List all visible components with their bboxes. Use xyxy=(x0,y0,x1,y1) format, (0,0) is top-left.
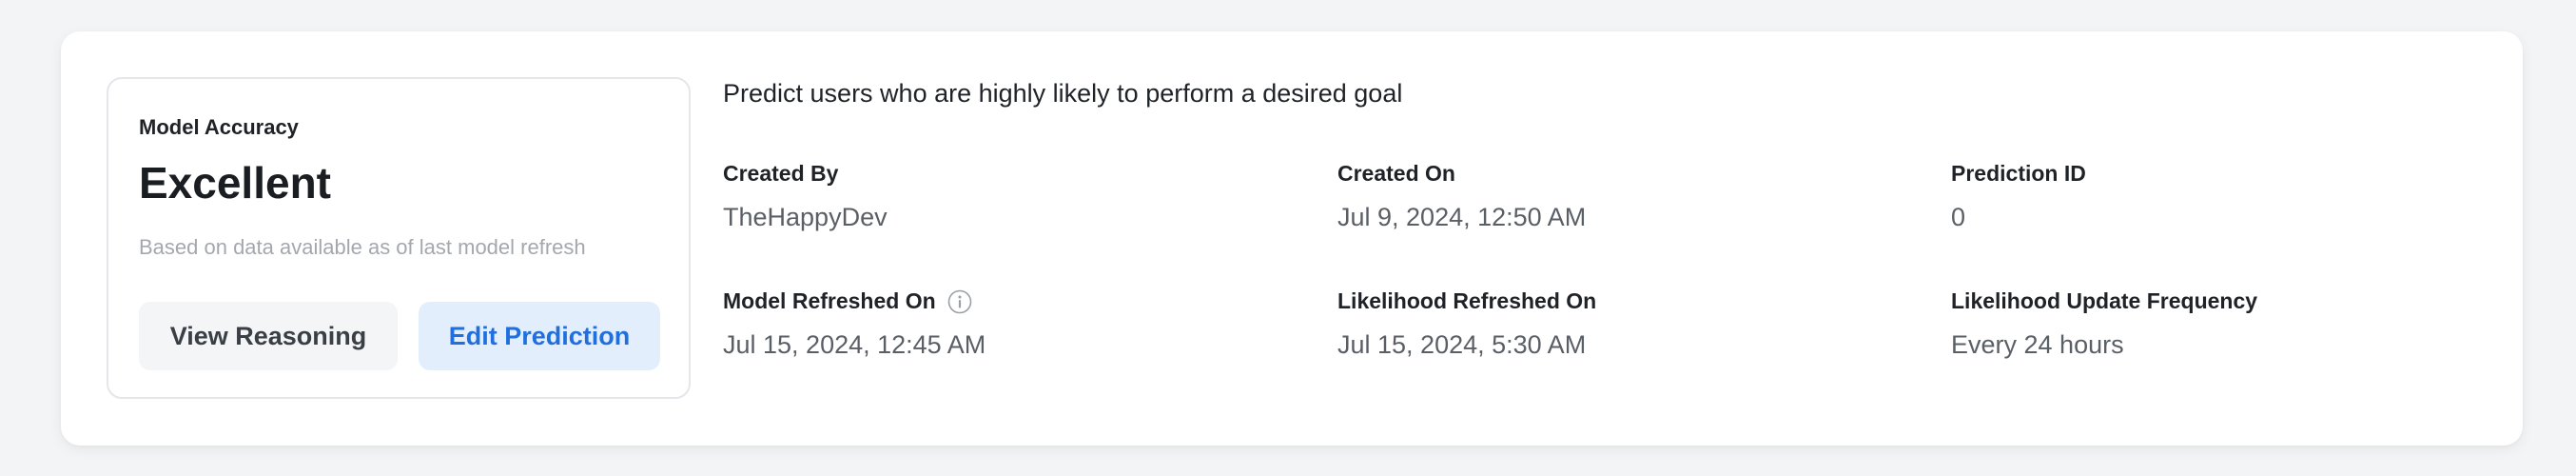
model-accuracy-label: Model Accuracy xyxy=(139,115,299,139)
likelihood-refreshed-on-label: Likelihood Refreshed On xyxy=(1337,288,1597,313)
info-icon[interactable] xyxy=(947,289,972,314)
prediction-id-label: Prediction ID xyxy=(1951,161,2086,186)
model-refreshed-on-value: Jul 15, 2024, 12:45 AM xyxy=(723,330,986,359)
created-by-label: Created By xyxy=(723,161,839,186)
created-on-value: Jul 9, 2024, 12:50 AM xyxy=(1337,203,1587,231)
model-accuracy-value: Excellent xyxy=(139,158,331,208)
view-reasoning-button[interactable]: View Reasoning xyxy=(139,302,398,370)
model-accuracy-note: Based on data available as of last model… xyxy=(139,235,586,259)
likelihood-update-frequency-label: Likelihood Update Frequency xyxy=(1951,288,2258,313)
created-on-label: Created On xyxy=(1337,161,1455,186)
prediction-description: Predict users who are highly likely to p… xyxy=(723,79,1403,108)
model-refreshed-on-label: Model Refreshed On xyxy=(723,288,936,313)
model-accuracy-panel: Model Accuracy Excellent Based on data a… xyxy=(107,77,691,399)
model-refreshed-on-label-row: Model Refreshed On xyxy=(723,288,972,314)
prediction-details-card: Model Accuracy Excellent Based on data a… xyxy=(61,31,2523,446)
edit-prediction-button[interactable]: Edit Prediction xyxy=(419,302,660,370)
created-by-value: TheHappyDev xyxy=(723,203,888,231)
likelihood-refreshed-on-value: Jul 15, 2024, 5:30 AM xyxy=(1337,330,1587,359)
prediction-id-value: 0 xyxy=(1951,203,1966,231)
likelihood-update-frequency-value: Every 24 hours xyxy=(1951,330,2124,359)
